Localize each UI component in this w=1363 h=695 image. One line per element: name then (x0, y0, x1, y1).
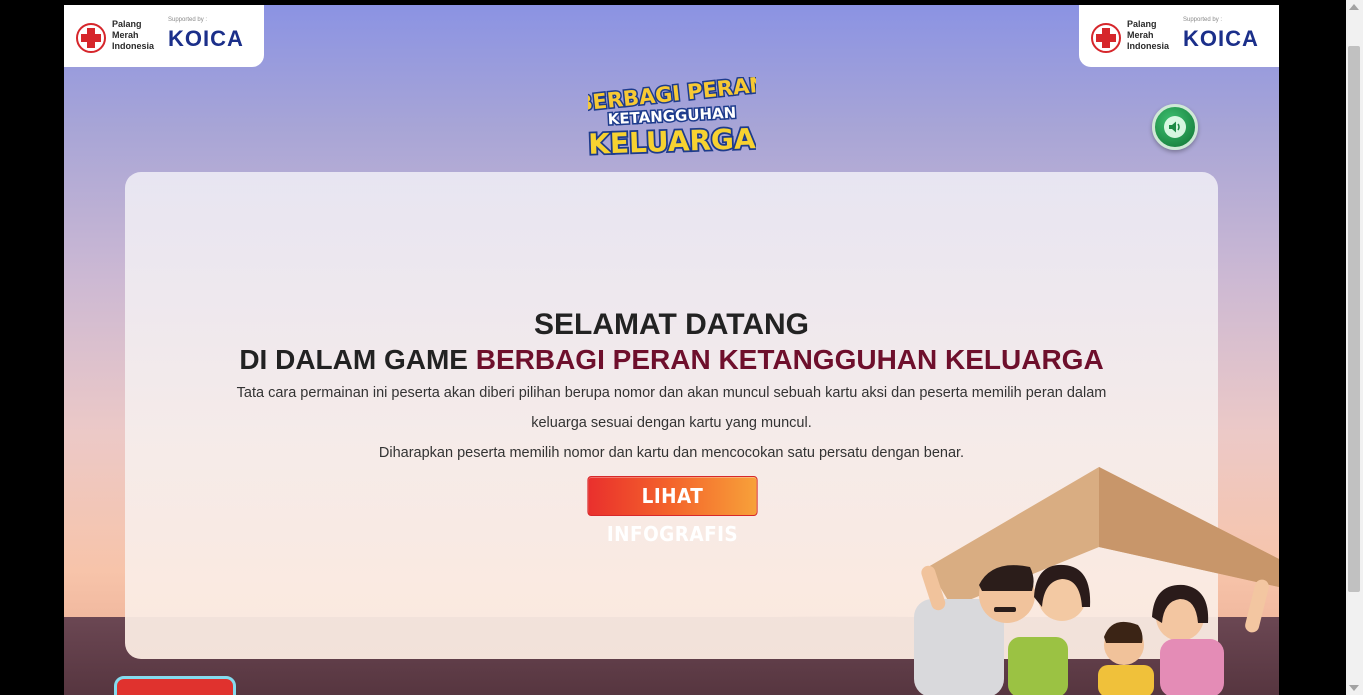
logo-card-left: Palang Merah Indonesia Supported by : KO… (64, 5, 264, 67)
bottom-action-button[interactable] (114, 676, 236, 695)
logo-line-3: KELUARGA (588, 122, 756, 159)
instruction-paragraph-1: Tata cara permainan ini peserta akan dib… (236, 385, 1107, 431)
speaker-icon (1164, 116, 1186, 138)
red-cross-icon (76, 23, 106, 53)
koica-logo: KOICA (1183, 26, 1259, 51)
game-title-logo: BERBAGI PERAN KETANGGUHAN KELUARGA (588, 77, 756, 159)
red-cross-icon (1091, 23, 1121, 53)
welcome-subtitle: DI DALAM GAME BERBAGI PERAN KETANGGUHAN … (125, 344, 1218, 376)
scroll-down-arrow-icon[interactable] (1349, 685, 1359, 691)
view-infographic-button[interactable]: LIHAT INFOGRAFIS (587, 476, 758, 546)
supported-by-label: Supported by : (168, 17, 208, 23)
koica-logo: KOICA (168, 26, 244, 51)
scrollbar-thumb[interactable] (1348, 46, 1360, 592)
subtitle-prefix: DI DALAM GAME (239, 344, 476, 375)
pmi-name: Palang Merah Indonesia (112, 19, 155, 51)
sound-toggle-button[interactable] (1152, 104, 1198, 150)
instructions: Tata cara permainan ini peserta akan dib… (215, 378, 1128, 468)
pmi-name: Palang Merah Indonesia (1127, 19, 1170, 51)
game-name-highlight: BERBAGI PERAN KETANGGUHAN KELUARGA (475, 344, 1104, 375)
scroll-up-arrow-icon[interactable] (1349, 4, 1359, 10)
game-stage: Palang Merah Indonesia Supported by : KO… (64, 5, 1279, 695)
instruction-paragraph-2: Diharapkan peserta memilih nomor dan kar… (378, 445, 965, 461)
supported-by-label: Supported by : (1183, 17, 1223, 23)
logo-card-right: Palang Merah Indonesia Supported by : KO… (1079, 5, 1279, 67)
welcome-title: SELAMAT DATANG (534, 308, 809, 341)
family-illustration (914, 467, 1279, 695)
